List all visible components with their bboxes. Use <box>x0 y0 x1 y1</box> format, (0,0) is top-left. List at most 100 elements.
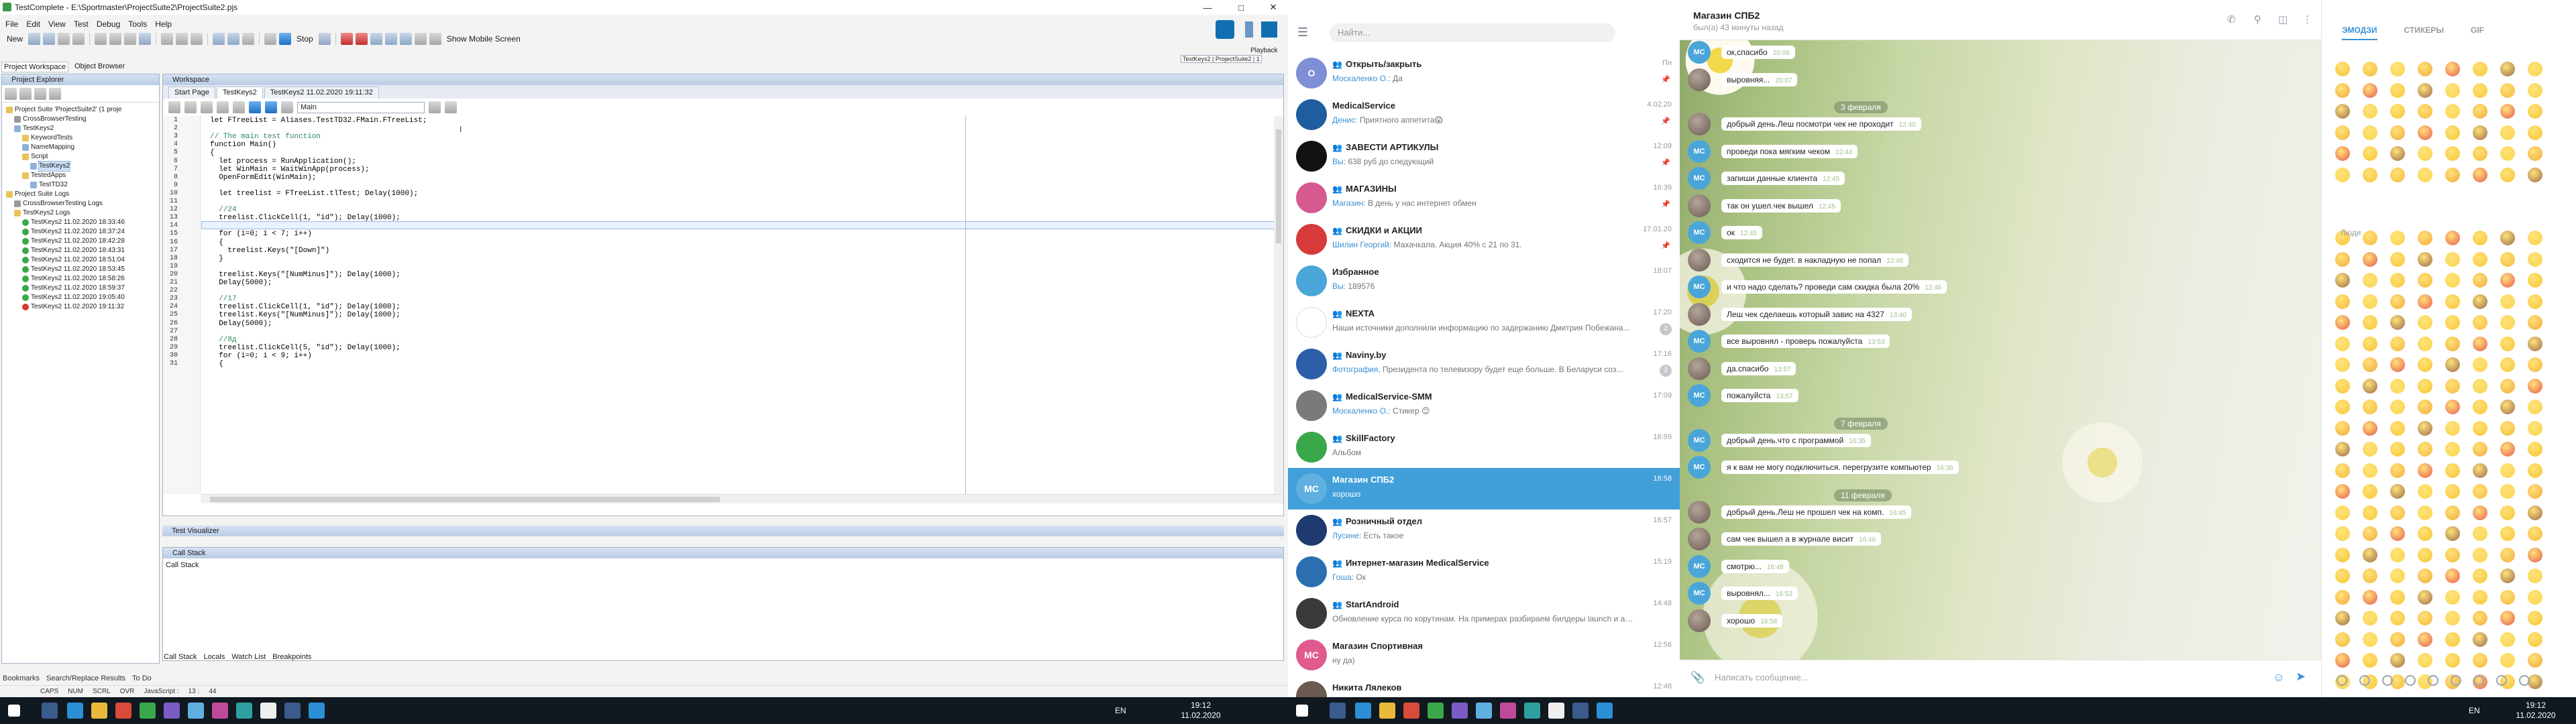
emoji-icon[interactable] <box>2418 336 2432 351</box>
emoji-icon[interactable] <box>2390 104 2405 119</box>
emoji-category-icon[interactable] <box>2451 675 2461 686</box>
emoji-icon[interactable] <box>2418 589 2432 605</box>
chat-item[interactable]: МС Магазин СПБ2 хорошо 16:58 <box>1288 468 1680 509</box>
emoji-icon[interactable] <box>2335 167 2350 182</box>
emoji-icon[interactable] <box>2363 357 2377 372</box>
emoji-icon[interactable] <box>2500 463 2515 478</box>
emoji-icon[interactable] <box>2418 167 2432 182</box>
emoji-icon[interactable] <box>2390 315 2405 330</box>
message-bubble[interactable]: сам чек вышел а в журнале висит 16:46 <box>1721 532 1882 546</box>
emoji-category-icon[interactable] <box>2359 675 2370 686</box>
step-over-icon[interactable] <box>384 33 397 45</box>
emoji-icon[interactable] <box>2390 400 2405 414</box>
sender-avatar[interactable] <box>1688 357 1711 380</box>
editor-tab[interactable]: TestKeys2 <box>216 86 263 99</box>
message-bubble[interactable]: ок 12:45 <box>1721 226 1762 239</box>
debug-tab[interactable]: Call Stack <box>164 653 197 661</box>
emoji-icon[interactable] <box>2445 357 2460 372</box>
emoji-icon[interactable] <box>2363 62 2377 76</box>
emoji-icon[interactable] <box>2363 442 2377 457</box>
remove-icon[interactable] <box>19 87 32 100</box>
emoji-icon[interactable] <box>2363 315 2377 330</box>
message-bubble[interactable]: я к вам не могу подключиться. перегрузит… <box>1721 461 1959 474</box>
tree-node[interactable]: TestKeys2 11.02.2020 18:51:04 <box>2 255 159 265</box>
editor-tab[interactable]: TestKeys2 11.02.2020 19:11:32 <box>264 86 379 99</box>
emoji-icon[interactable] <box>2473 251 2487 267</box>
sender-avatar[interactable]: MC <box>1688 330 1711 353</box>
emoji-icon[interactable] <box>2390 82 2405 98</box>
show-mobile-screen-button[interactable]: Show Mobile Screen <box>447 34 521 44</box>
emoji-icon[interactable] <box>2500 631 2515 647</box>
emoji-icon[interactable] <box>2445 589 2460 605</box>
emoji-icon[interactable] <box>2390 125 2405 140</box>
cut-icon[interactable] <box>95 33 107 45</box>
tree-node[interactable]: TestedApps <box>2 171 159 180</box>
emoji-icon[interactable] <box>2473 378 2487 394</box>
emoji-icon[interactable] <box>2528 315 2542 330</box>
taskbar-app-icon[interactable] <box>1572 703 1589 719</box>
emoji-icon[interactable] <box>2418 547 2432 562</box>
lower-tab[interactable]: Search/Replace Results <box>46 674 125 682</box>
emoji-icon[interactable] <box>2335 357 2350 372</box>
emoji-icon[interactable] <box>2473 400 2487 414</box>
emoji-icon[interactable] <box>2390 611 2405 625</box>
emoji-icon[interactable] <box>2500 146 2515 161</box>
emoji-icon[interactable] <box>2390 526 2405 541</box>
emoji-icon[interactable] <box>2390 251 2405 267</box>
menu-item-edit[interactable]: Edit <box>26 19 40 29</box>
emoji-icon[interactable] <box>2445 273 2460 288</box>
tab-emoji[interactable]: ЭМОДЗИ <box>2342 25 2377 40</box>
emoji-icon[interactable] <box>2500 484 2515 499</box>
message-input[interactable]: Написать сообщение... <box>1715 672 1809 682</box>
format-icon[interactable] <box>168 101 180 113</box>
emoji-icon[interactable] <box>2363 611 2377 625</box>
emoji-icon[interactable] <box>2445 568 2460 583</box>
close-button[interactable]: ✕ <box>1260 0 1287 15</box>
open-icon[interactable] <box>28 33 41 45</box>
emoji-icon[interactable] <box>2445 505 2460 520</box>
run-icon[interactable] <box>176 33 189 45</box>
test-visualizer-bar[interactable]: Test Visualizer <box>162 526 1284 536</box>
emoji-icon[interactable] <box>2473 653 2487 668</box>
run-item-icon[interactable] <box>34 87 46 100</box>
lower-tab[interactable]: To Do <box>132 674 152 682</box>
emoji-icon[interactable] <box>2390 505 2405 520</box>
emoji-icon[interactable] <box>2445 526 2460 541</box>
emoji-icon[interactable] <box>2528 125 2542 140</box>
emoji-icon[interactable] <box>2335 463 2350 478</box>
emoji-icon[interactable] <box>2500 251 2515 267</box>
emoji-icon[interactable] <box>2500 547 2515 562</box>
tree-node[interactable]: TestKeys2 <box>2 124 159 133</box>
taskbar-app-icon[interactable] <box>1500 703 1516 719</box>
emoji-icon[interactable] <box>2335 505 2350 520</box>
breakpoint-icon[interactable] <box>340 33 353 45</box>
emoji-icon[interactable] <box>2390 631 2405 647</box>
emoji-icon[interactable] <box>2473 505 2487 520</box>
emoji-icon[interactable] <box>2473 231 2487 245</box>
sender-avatar[interactable] <box>1688 248 1711 272</box>
emoji-icon[interactable] <box>2335 653 2350 668</box>
taskbar-app-icon[interactable] <box>1355 703 1371 719</box>
emoji-icon[interactable] <box>2528 146 2542 161</box>
undo-icon[interactable] <box>58 33 70 45</box>
taskbar-app-icon[interactable] <box>309 703 325 719</box>
message-bubble[interactable]: проведи пока мягким чеком 12:44 <box>1721 144 1858 158</box>
emoji-icon[interactable] <box>2335 104 2350 119</box>
emoji-icon[interactable] <box>2528 463 2542 478</box>
emoji-icon[interactable] <box>2390 146 2405 161</box>
taskbar-app-icon[interactable] <box>140 703 156 719</box>
emoji-icon[interactable] <box>2418 653 2432 668</box>
emoji-icon[interactable] <box>2445 146 2460 161</box>
emoji-icon[interactable] <box>2335 336 2350 351</box>
debug-icon[interactable] <box>318 33 331 45</box>
emoji-icon[interactable] <box>2528 505 2542 520</box>
taskbar-app-icon[interactable] <box>91 703 107 719</box>
emoji-icon[interactable] <box>2418 420 2432 436</box>
debug-tab[interactable]: Locals <box>204 653 225 661</box>
emoji-icon[interactable] <box>2363 146 2377 161</box>
copy-icon[interactable] <box>109 33 122 45</box>
emoji-icon[interactable] <box>2390 231 2405 245</box>
playback-stop-square-icon[interactable] <box>1261 21 1277 38</box>
message-bubble[interactable]: и что надо сделать? проведи сам скидка б… <box>1721 280 1947 294</box>
emoji-icon[interactable] <box>2500 315 2515 330</box>
